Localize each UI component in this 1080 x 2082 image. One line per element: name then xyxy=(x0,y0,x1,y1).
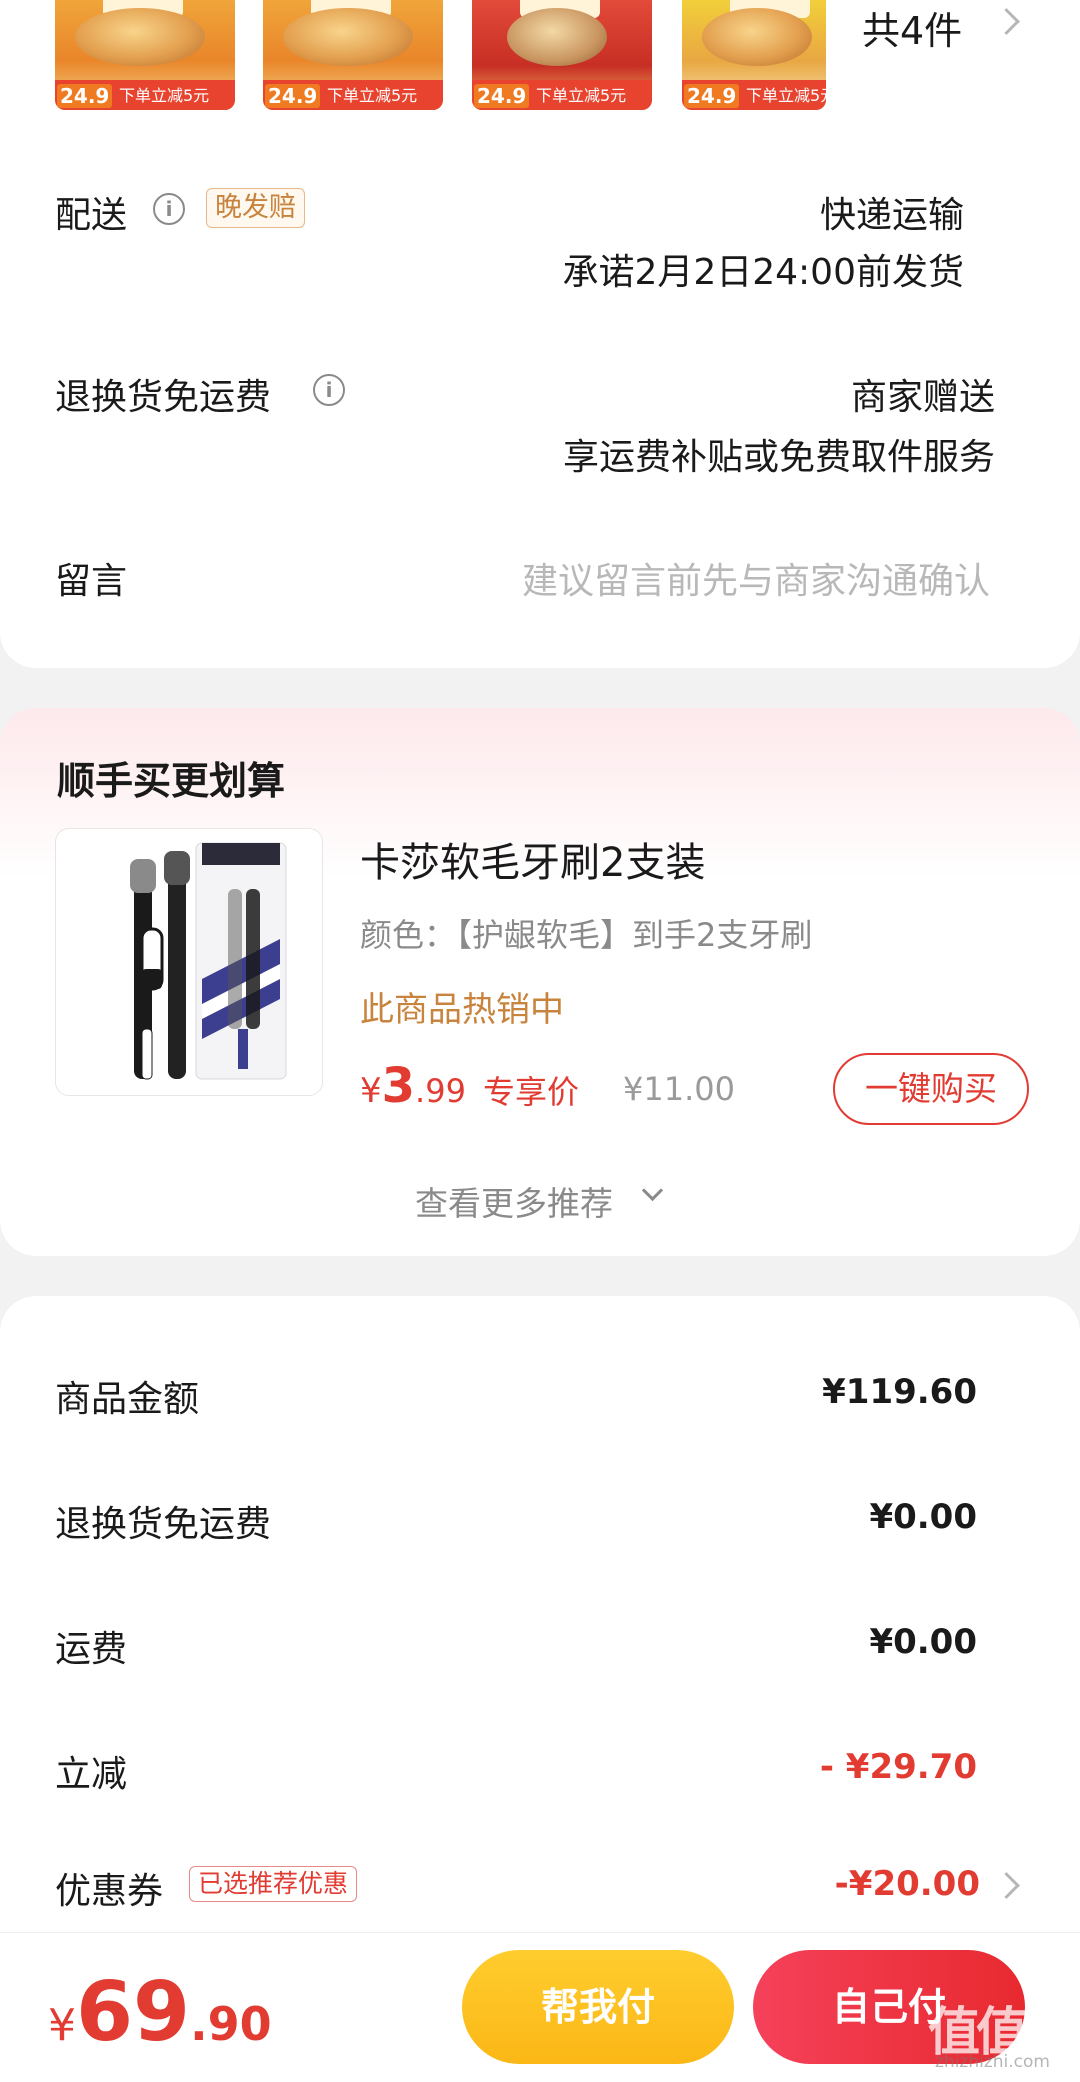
thumb-price: 24.9 xyxy=(57,84,113,108)
return-shipping-label: 退换货免运费 xyxy=(55,377,272,418)
product-thumbnail[interactable]: 24.9 下单立减5元 xyxy=(55,0,235,110)
goods-amount-label: 商品金额 xyxy=(55,1379,200,1420)
return-shipping-fee-value: ¥0.00 xyxy=(869,1497,977,1537)
coupon-label: 优惠券 xyxy=(55,1871,164,1912)
hot-sale-label: 此商品热销中 xyxy=(360,990,564,1030)
message-input[interactable]: 建议留言前先与商家沟通确认 xyxy=(522,552,990,604)
message-label: 留言 xyxy=(55,561,128,602)
thumb-promo: 下单立减5元 xyxy=(327,86,418,105)
product-thumbnail[interactable]: 24.9 下单立减5元 xyxy=(682,0,826,110)
thumb-price: 24.9 xyxy=(684,84,740,108)
return-shipping-fee-label: 退换货免运费 xyxy=(55,1504,272,1545)
exclusive-price-tag: 专享价 xyxy=(483,1073,580,1111)
late-compensation-badge: 晚发赔 xyxy=(206,188,305,228)
return-shipping-value: 商家赠送 xyxy=(850,377,995,418)
coupon-recommended-badge: 已选推荐优惠 xyxy=(189,1866,358,1902)
instant-discount-value: - ¥29.70 xyxy=(819,1747,977,1787)
thumb-promo: 下单立减5元 xyxy=(536,86,627,105)
total-price: ¥69.90 xyxy=(48,1965,272,2060)
shipping-fee-value: ¥0.00 xyxy=(869,1622,977,1662)
product-image[interactable] xyxy=(55,828,323,1096)
recommend-product-name[interactable]: 卡莎软毛牙刷2支装 xyxy=(360,830,705,888)
shipping-fee-label: 运费 xyxy=(55,1629,128,1670)
recommend-price: ¥3.99 xyxy=(360,1058,466,1114)
one-click-buy-button[interactable]: 一键购买 xyxy=(833,1053,1029,1125)
product-thumbnail[interactable]: 24.9 下单立减5元 xyxy=(472,0,652,110)
coupon-value[interactable]: -¥20.00 xyxy=(835,1864,980,1904)
product-thumbnail[interactable]: 24.9 下单立减5元 xyxy=(263,0,443,110)
delivery-method: 快递运输 xyxy=(819,195,964,236)
instant-discount-label: 立减 xyxy=(55,1754,128,1795)
goods-amount-value: ¥119.60 xyxy=(822,1372,977,1412)
thumb-promo: 下单立减5元 xyxy=(119,86,210,105)
recommend-title: 顺手买更划算 xyxy=(57,759,286,803)
info-icon[interactable]: i xyxy=(153,193,185,225)
delivery-label: 配送 xyxy=(55,195,128,236)
product-count[interactable]: 共4件 xyxy=(862,0,962,55)
return-shipping-desc: 享运费补贴或免费取件服务 xyxy=(562,437,995,478)
thumb-promo: 下单立减5元 xyxy=(746,86,826,105)
delivery-promise: 承诺2月2日24:00前发货 xyxy=(562,252,964,293)
thumb-price: 24.9 xyxy=(265,84,321,108)
ask-friend-pay-button[interactable]: 帮我付 xyxy=(462,1950,734,2064)
recommend-product-spec: 颜色：【护龈软毛】到手2支牙刷 xyxy=(360,916,813,954)
thumb-price: 24.9 xyxy=(474,84,530,108)
see-more-recommend[interactable]: 查看更多推荐 xyxy=(415,1177,613,1225)
watermark-url: zhizhizhi.com xyxy=(935,2052,1050,2072)
original-price: ¥11.00 xyxy=(623,1070,735,1108)
info-icon[interactable]: i xyxy=(313,374,345,406)
